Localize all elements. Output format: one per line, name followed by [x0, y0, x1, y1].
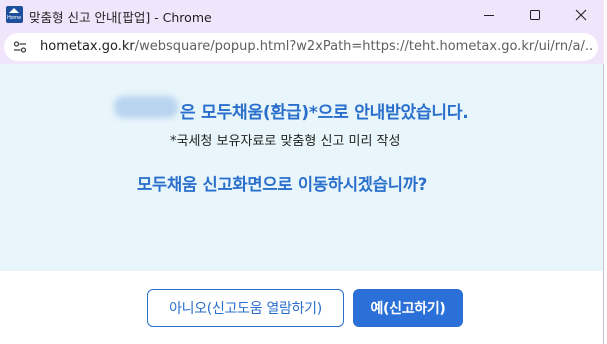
- url-text[interactable]: hometax.go.kr/websquare/popup.html?w2xPa…: [40, 39, 592, 54]
- minimize-button[interactable]: [466, 0, 512, 30]
- notice-subline: *국세청 보유자료로 맞춤형 신고 미리 작성: [170, 134, 401, 149]
- url-field[interactable]: hometax.go.kr/websquare/popup.html?w2xPa…: [4, 33, 598, 61]
- close-icon: [575, 9, 587, 21]
- url-path: /websquare/popup.html?w2xPath=https://te…: [134, 39, 592, 54]
- window-title: 맞춤형 신고 안내[팝업] - Chrome: [29, 10, 212, 25]
- site-settings-icon[interactable]: [12, 39, 28, 55]
- address-bar: hometax.go.kr/websquare/popup.html?w2xPa…: [0, 30, 604, 64]
- notice-question: 모두채움 신고화면으로 이동하시겠습니까?: [137, 175, 428, 194]
- decline-button-label: 아니오(신고도움 열람하기): [169, 301, 322, 317]
- notice-panel: 은 모두채움(환급)*으로 안내받았습니다. *국세청 보유자료로 맞춤형 신고…: [0, 64, 603, 271]
- close-button[interactable]: [558, 0, 604, 30]
- redacted-name: [114, 96, 178, 118]
- title-bar[interactable]: Home 맞춤형 신고 안내[팝업] - Chrome: [0, 0, 604, 30]
- decline-button[interactable]: 아니오(신고도움 열람하기): [147, 289, 344, 327]
- maximize-button[interactable]: [512, 0, 558, 30]
- file-return-button[interactable]: 예(신고하기): [353, 289, 463, 327]
- file-return-button-label: 예(신고하기): [370, 301, 446, 317]
- notice-headline: 은 모두채움(환급)*으로 안내받았습니다.: [180, 103, 469, 123]
- minimize-icon: [484, 15, 494, 16]
- url-domain: hometax.go.kr: [40, 39, 135, 54]
- popup-window: Home 맞춤형 신고 안내[팝업] - Chrome hometax.go.k…: [0, 0, 604, 344]
- maximize-icon: [530, 10, 540, 20]
- hometax-app-icon: Home: [6, 6, 23, 23]
